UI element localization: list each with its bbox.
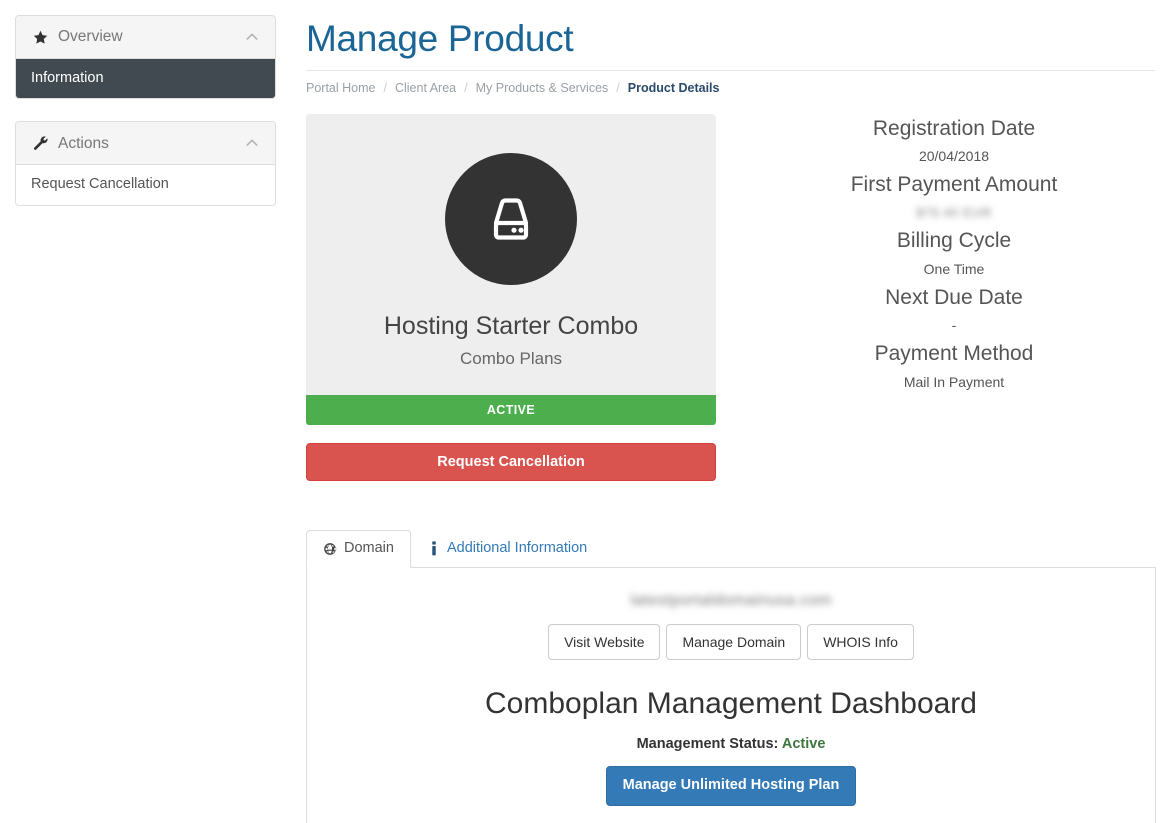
breadcrumb-separator: / bbox=[383, 80, 387, 95]
sidebar-panel-overview-title: Overview bbox=[58, 28, 123, 46]
status-badge: ACTIVE bbox=[306, 394, 716, 425]
management-status: Management Status: Active bbox=[327, 736, 1135, 752]
page-title: Manage Product bbox=[306, 18, 574, 59]
sidebar-panel-overview: Overview Information bbox=[15, 15, 276, 100]
globe-icon bbox=[323, 542, 337, 556]
breadcrumb-item-portal-home[interactable]: Portal Home bbox=[306, 81, 375, 95]
sidebar-panel-overview-header[interactable]: Overview bbox=[16, 16, 275, 59]
tab-additional-information-label: Additional Information bbox=[446, 540, 588, 557]
management-status-value: Active bbox=[781, 736, 826, 753]
domain-action-buttons: Visit Website Manage Domain WHOIS Info bbox=[327, 623, 1135, 661]
chevron-up-icon[interactable] bbox=[244, 29, 260, 45]
product-name: Hosting Starter Combo bbox=[383, 311, 639, 340]
sidebar-panel-actions: Actions Request Cancellation bbox=[15, 121, 276, 206]
breadcrumb-separator: / bbox=[464, 80, 468, 95]
product-card: Hosting Starter Combo Combo Plans bbox=[306, 113, 716, 395]
sidebar-item-request-cancellation[interactable]: Request Cancellation bbox=[16, 165, 275, 205]
breadcrumb-item-client-area[interactable]: Client Area bbox=[395, 81, 456, 95]
product-summary-column: Hosting Starter Combo Combo Plans ACTIVE… bbox=[306, 113, 716, 481]
manage-domain-button[interactable]: Manage Domain bbox=[666, 623, 802, 661]
product-details-column: Registration Date 20/04/2018 First Payme… bbox=[744, 114, 1164, 393]
sidebar-item-information[interactable]: Information bbox=[16, 59, 275, 99]
detail-value-payment-method: Mail In Payment bbox=[903, 373, 1005, 390]
detail-value-next-due-date: - bbox=[951, 317, 957, 334]
detail-label-next-due-date: Next Due Date bbox=[885, 285, 1023, 309]
domain-name-row: latestportaldomainusa.com bbox=[327, 592, 1135, 624]
wrench-icon bbox=[31, 134, 49, 152]
product-group: Combo Plans bbox=[459, 348, 563, 368]
tab-list: Domain Additional Information bbox=[306, 528, 1156, 568]
hard-drive-icon bbox=[445, 152, 577, 285]
detail-label-registration-date: Registration Date bbox=[872, 116, 1036, 140]
detail-value-billing-cycle: One Time bbox=[923, 260, 985, 277]
sidebar: Overview Information Actions Request Can… bbox=[15, 15, 276, 228]
tab-domain-label: Domain bbox=[344, 540, 394, 557]
detail-label-payment-method: Payment Method bbox=[874, 342, 1034, 366]
domain-name: latestportaldomainusa.com bbox=[630, 591, 832, 609]
info-icon bbox=[428, 541, 440, 556]
domain-tab-panel: latestportaldomainusa.com Visit Website … bbox=[306, 567, 1156, 823]
manage-hosting-plan-button[interactable]: Manage Unlimited Hosting Plan bbox=[605, 766, 857, 806]
management-status-label: Management Status: bbox=[636, 736, 779, 753]
dashboard-title: Comboplan Management Dashboard bbox=[485, 687, 977, 721]
star-icon bbox=[31, 28, 49, 46]
detail-value-registration-date: 20/04/2018 bbox=[918, 147, 990, 164]
title-divider bbox=[306, 69, 1155, 71]
detail-label-billing-cycle: Billing Cycle bbox=[896, 229, 1012, 253]
visit-website-button[interactable]: Visit Website bbox=[548, 623, 661, 661]
tab-additional-information[interactable]: Additional Information bbox=[411, 530, 604, 567]
redacted-amount: $79.40 EUR bbox=[916, 205, 992, 221]
sidebar-panel-actions-title: Actions bbox=[58, 134, 109, 152]
request-cancellation-button[interactable]: Request Cancellation bbox=[306, 442, 716, 481]
manage-product-page: Overview Information Actions Request Can… bbox=[0, 0, 1166, 823]
sidebar-panel-actions-header[interactable]: Actions bbox=[16, 122, 275, 166]
tab-domain[interactable]: Domain bbox=[306, 530, 411, 568]
breadcrumb-separator: / bbox=[616, 80, 620, 95]
detail-value-first-payment-amount: $79.40 EUR bbox=[744, 202, 1164, 223]
whois-info-button[interactable]: WHOIS Info bbox=[807, 623, 914, 661]
sidebar-actions-list: Request Cancellation bbox=[16, 165, 275, 205]
breadcrumb-item-product-details: Product Details bbox=[627, 80, 720, 95]
detail-label-first-payment-amount: First Payment Amount bbox=[850, 172, 1058, 196]
sidebar-overview-list: Information bbox=[16, 59, 275, 99]
chevron-up-icon[interactable] bbox=[244, 135, 260, 151]
breadcrumb-item-my-products-services[interactable]: My Products & Services bbox=[476, 81, 609, 95]
main-content: Manage Product Portal Home / Client Area… bbox=[306, 0, 1166, 823]
breadcrumb: Portal Home / Client Area / My Products … bbox=[306, 81, 1166, 95]
product-tabs: Domain Additional Information latestport… bbox=[306, 528, 1156, 823]
